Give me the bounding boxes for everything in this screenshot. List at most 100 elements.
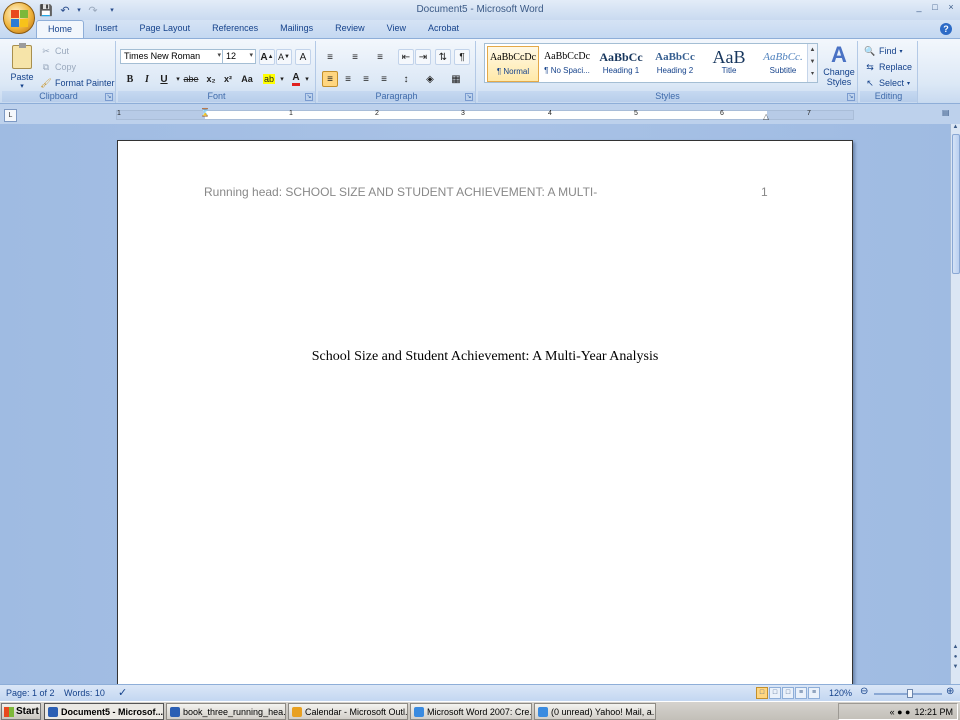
decrease-indent-icon[interactable]: ⇤ (398, 49, 414, 65)
zoom-slider[interactable] (874, 689, 942, 698)
align-center-icon[interactable]: ≡ (340, 71, 356, 87)
select-button[interactable]: ↖ Select ▾ (864, 77, 910, 89)
format-painter-button[interactable]: 🖌 Format Painter (40, 77, 114, 89)
grow-font-button[interactable]: A ▲ (259, 49, 275, 65)
numbering-icon[interactable]: ≡ (345, 49, 365, 65)
word-count[interactable]: Words: 10 (64, 688, 105, 698)
font-color-icon[interactable]: A (288, 71, 304, 87)
paragraph-launcher-icon[interactable]: ↘ (465, 93, 473, 101)
clear-formatting-button[interactable]: A (295, 49, 311, 65)
sort-icon[interactable]: ⇅ (435, 49, 451, 65)
italic-button[interactable]: I (139, 71, 155, 87)
increase-indent-icon[interactable]: ⇥ (415, 49, 431, 65)
align-right-icon[interactable]: ≡ (358, 71, 374, 87)
style-title[interactable]: AaB Title (703, 46, 755, 82)
bullets-icon[interactable]: ≡ (320, 49, 340, 65)
align-left-icon[interactable]: ≡ (322, 71, 338, 87)
bold-button[interactable]: B (122, 71, 138, 87)
zoom-out-icon[interactable]: ⊖ (860, 686, 868, 697)
view-ruler-icon[interactable]: ▤ (942, 108, 954, 120)
tab-view[interactable]: View (376, 20, 417, 38)
draft-icon[interactable]: ≡ (808, 687, 820, 699)
strikethrough-button[interactable]: abe (181, 71, 201, 87)
tab-acrobat[interactable]: Acrobat (417, 20, 470, 38)
multilevel-list-icon[interactable]: ≡ (370, 49, 390, 65)
vertical-scrollbar[interactable]: ▲ ▲ ● ▼ (950, 124, 960, 684)
style-normal[interactable]: AaBbCcDc ¶ Normal (487, 46, 539, 82)
line-spacing-icon[interactable]: ↕ (396, 71, 416, 87)
taskbar-item-yahoo-mail[interactable]: (0 unread) Yahoo! Mail, a... (534, 703, 656, 720)
taskbar-item-calendar[interactable]: Calendar - Microsoft Outl... (288, 703, 408, 720)
change-styles-button[interactable]: A Change Styles (822, 43, 856, 91)
taskbar-item-ie-word2007[interactable]: Microsoft Word 2007: Cre... (410, 703, 532, 720)
font-name-combo[interactable]: Times New Roman ▾ (120, 49, 224, 64)
font-launcher-icon[interactable]: ↘ (305, 93, 313, 101)
gallery-scroll[interactable]: ▲ ▼ ▾ (807, 44, 817, 82)
superscript-button[interactable]: x² (220, 71, 236, 87)
replace-button[interactable]: ⇆ Replace (864, 61, 912, 73)
next-page-icon[interactable]: ▼ (951, 664, 960, 670)
taskbar-item-document5[interactable]: Document5 - Microsof... (44, 703, 164, 720)
close-button[interactable]: × (946, 2, 956, 12)
scroll-up-icon[interactable]: ▲ (951, 124, 960, 130)
tab-mailings[interactable]: Mailings (269, 20, 324, 38)
web-layout-icon[interactable]: □ (782, 687, 794, 699)
minimize-button[interactable]: _ (914, 2, 924, 12)
tab-insert[interactable]: Insert (84, 20, 129, 38)
tab-references[interactable]: References (201, 20, 269, 38)
style-heading-1[interactable]: AaBbCc Heading 1 (595, 46, 647, 82)
taskbar-item-book-three[interactable]: book_three_running_hea... (166, 703, 286, 720)
tab-home[interactable]: Home (36, 20, 85, 38)
style-heading-2[interactable]: AaBbCc Heading 2 (649, 46, 701, 82)
show-marks-button[interactable]: ¶ (454, 49, 470, 65)
tab-selector-icon[interactable]: L (4, 109, 17, 122)
justify-icon[interactable]: ≡ (376, 71, 392, 87)
help-icon[interactable]: ? (940, 23, 952, 35)
header-page-number[interactable]: 1 (761, 185, 768, 199)
find-label: Find (879, 46, 897, 56)
zoom-slider-knob[interactable] (906, 689, 913, 698)
restore-button[interactable]: □ (930, 2, 940, 12)
copy-button[interactable]: ⧉ Copy (40, 61, 76, 73)
cut-button[interactable]: ✂ Cut (40, 45, 69, 57)
select-browse-object-icon[interactable]: ● (951, 654, 960, 660)
start-button[interactable]: Start (1, 703, 41, 720)
highlight-dropdown-icon[interactable]: ▾ (278, 71, 286, 87)
scroll-thumb[interactable] (952, 134, 960, 274)
document-page[interactable]: Running head: SCHOOL SIZE AND STUDENT AC… (117, 140, 853, 700)
highlight-icon[interactable]: ab (261, 71, 277, 87)
clipboard-launcher-icon[interactable]: ↘ (105, 93, 113, 101)
style-subtitle[interactable]: AaBbCc. Subtitle (757, 46, 809, 82)
font-size-combo[interactable]: 12 ▾ (222, 49, 256, 64)
outline-icon[interactable]: ≡ (795, 687, 807, 699)
full-screen-reading-icon[interactable]: □ (769, 687, 781, 699)
running-head[interactable]: Running head: SCHOOL SIZE AND STUDENT AC… (204, 185, 597, 199)
tab-page-layout[interactable]: Page Layout (129, 20, 202, 38)
print-layout-icon[interactable]: □ (756, 687, 768, 699)
subscript-button[interactable]: x₂ (203, 71, 219, 87)
tab-review[interactable]: Review (324, 20, 376, 38)
style-no-spacing[interactable]: AaBbCcDc ¶ No Spaci... (541, 46, 593, 82)
styles-launcher-icon[interactable]: ↘ (847, 93, 855, 101)
font-color-dropdown-icon[interactable]: ▾ (303, 71, 311, 87)
borders-icon[interactable]: ▦ (446, 71, 466, 87)
shrink-font-button[interactable]: A ▼ (276, 49, 292, 65)
paste-button[interactable]: Paste ▾ (6, 43, 38, 90)
indent-marker-icon[interactable]: ⌛ (200, 108, 210, 117)
right-indent-marker-icon[interactable]: △ (763, 112, 769, 121)
tray-icons[interactable]: « ● ● (890, 707, 911, 717)
horizontal-ruler[interactable]: 1 1 2 3 4 5 6 7 ⌛ △ (116, 108, 854, 121)
document-title[interactable]: School Size and Student Achievement: A M… (118, 349, 852, 365)
zoom-level[interactable]: 120% (829, 688, 852, 698)
proofing-icon[interactable]: ✓ (118, 686, 127, 699)
scroll-down-icon[interactable]: ▲ (951, 644, 960, 650)
office-button[interactable] (3, 2, 35, 34)
change-case-button[interactable]: Aa (238, 71, 256, 87)
shading-icon[interactable]: ◈ (420, 71, 440, 87)
left-margin-area (117, 111, 205, 119)
zoom-in-icon[interactable]: ⊕ (946, 686, 954, 697)
clock[interactable]: 12:21 PM (914, 707, 953, 717)
find-button[interactable]: 🔍 Find ▾ (864, 45, 902, 57)
paste-dropdown-icon[interactable]: ▾ (6, 82, 38, 90)
page-count[interactable]: Page: 1 of 2 (6, 688, 55, 698)
